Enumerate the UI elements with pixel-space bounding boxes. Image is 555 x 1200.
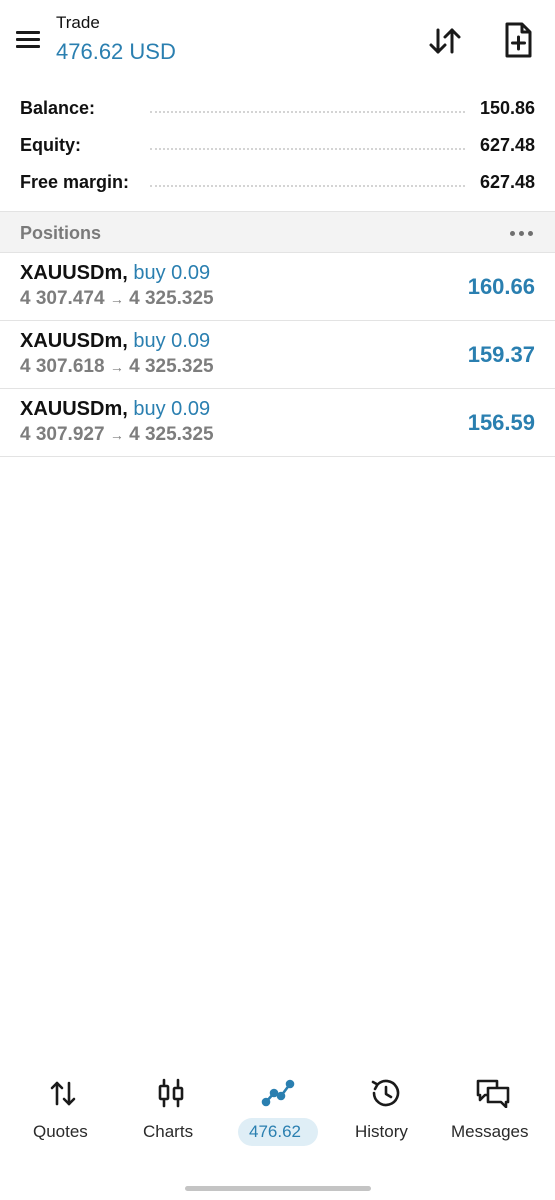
nav-charts[interactable]: Charts	[126, 1070, 216, 1150]
balance-row: Balance: 150.86	[0, 90, 555, 127]
positions-title: Positions	[20, 223, 102, 243]
position-title: XAUUSDm, buy 0.09	[20, 262, 210, 285]
nav-label-history: History	[355, 1122, 408, 1141]
equity-row: Equity: 627.48	[0, 127, 555, 164]
position-current-price: 4 325.325	[129, 288, 214, 309]
history-clock-icon	[367, 1078, 403, 1108]
position-separator: ,	[122, 330, 128, 352]
nav-label-trade: 476.62	[249, 1122, 301, 1141]
right-arrow-icon: →	[109, 427, 124, 443]
trade-screen: Trade 476.62 USD Balance: 150.86 Equity:…	[0, 0, 555, 1200]
position-symbol: XAUUSDm	[20, 262, 123, 284]
nav-label-quotes: Quotes	[33, 1122, 88, 1141]
free-margin-row: Free margin: 627.48	[0, 164, 555, 201]
position-current-price: 4 325.325	[129, 356, 214, 377]
nav-label-messages: Messages	[451, 1122, 529, 1141]
right-arrow-icon: →	[109, 359, 124, 375]
position-open-price: 4 307.927	[20, 424, 105, 445]
nav-label-charts: Charts	[143, 1122, 194, 1141]
gesture-navigation-bar[interactable]	[185, 1186, 371, 1191]
position-side-volume: buy 0.09	[133, 398, 211, 420]
free-margin-value: 627.48	[473, 172, 535, 193]
account-summary: Balance: 150.86 Equity: 627.48 Free marg…	[0, 90, 555, 201]
balance-label: Balance:	[20, 98, 102, 119]
position-current-price: 4 325.325	[129, 424, 214, 445]
position-open-price: 4 307.618	[20, 356, 105, 377]
more-horizontal-icon[interactable]	[509, 224, 535, 242]
position-open-price: 4 307.474	[20, 288, 105, 309]
position-row[interactable]: XAUUSDm, buy 0.09 4 307.618 → 4 325.325 …	[0, 321, 555, 389]
position-row[interactable]: XAUUSDm, buy 0.09 4 307.474 → 4 325.325 …	[0, 253, 555, 321]
position-side-volume: buy 0.09	[133, 330, 211, 352]
quotes-arrows-icon	[45, 1078, 81, 1108]
position-separator: ,	[122, 262, 128, 284]
nav-quotes[interactable]: Quotes	[14, 1070, 110, 1150]
position-side-volume: buy 0.09	[133, 262, 211, 284]
dotted-leader	[150, 148, 465, 150]
top-app-bar: Trade 476.62 USD	[0, 0, 555, 86]
position-title: XAUUSDm, buy 0.09	[20, 330, 210, 353]
sort-arrows-icon[interactable]	[426, 22, 464, 60]
equity-value: 627.48	[473, 135, 535, 156]
candlestick-chart-icon	[153, 1078, 189, 1108]
positions-list: XAUUSDm, buy 0.09 4 307.474 → 4 325.325 …	[0, 253, 555, 457]
position-separator: ,	[122, 398, 128, 420]
positions-section-header: Positions	[0, 211, 555, 253]
nav-history[interactable]: History	[344, 1070, 426, 1150]
header-equity-amount: 476.62 USD	[56, 39, 176, 64]
nav-trade[interactable]: 476.62	[232, 1070, 324, 1150]
position-prices: 4 307.618 → 4 325.325	[20, 356, 214, 378]
free-margin-label: Free margin:	[20, 172, 136, 193]
page-title: Trade	[56, 13, 100, 32]
chat-bubbles-icon	[475, 1078, 511, 1109]
position-symbol: XAUUSDm	[20, 398, 123, 420]
equity-label: Equity:	[20, 135, 87, 156]
position-profit: 156.59	[467, 410, 535, 435]
bottom-navigation: Quotes Charts 476.62 History Messages	[0, 1070, 555, 1160]
position-profit: 160.66	[467, 274, 535, 299]
position-title: XAUUSDm, buy 0.09	[20, 398, 210, 421]
position-prices: 4 307.927 → 4 325.325	[20, 424, 214, 446]
position-prices: 4 307.474 → 4 325.325	[20, 288, 214, 310]
hamburger-menu-icon[interactable]	[14, 28, 44, 52]
balance-value: 150.86	[473, 98, 535, 119]
dotted-leader	[150, 185, 465, 187]
dotted-leader	[150, 111, 465, 113]
trade-line-icon	[260, 1078, 296, 1108]
position-symbol: XAUUSDm	[20, 330, 123, 352]
position-row[interactable]: XAUUSDm, buy 0.09 4 307.927 → 4 325.325 …	[0, 389, 555, 457]
position-profit: 159.37	[467, 342, 535, 367]
new-order-document-icon[interactable]	[500, 20, 536, 60]
right-arrow-icon: →	[109, 291, 124, 307]
nav-messages[interactable]: Messages	[444, 1070, 544, 1150]
